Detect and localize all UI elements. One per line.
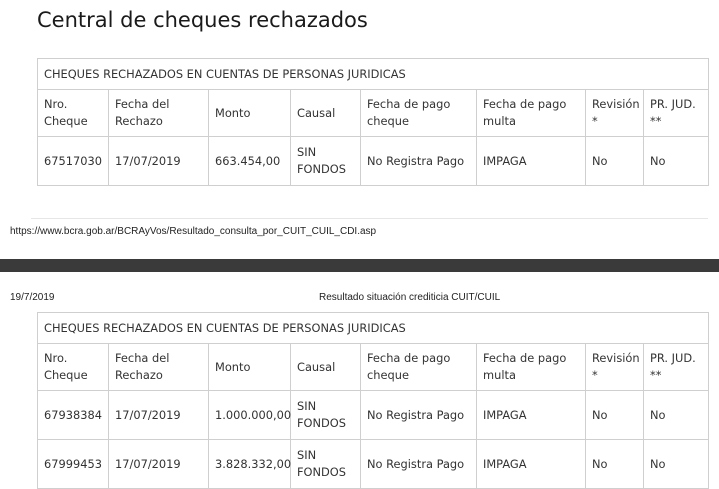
page-title: Central de cheques rechazados: [37, 8, 368, 32]
header-fecha-pago-cheque: Fecha de pago cheque: [360, 343, 477, 391]
rejected-checks-table: CHEQUES RECHAZADOS EN CUENTAS DE PERSONA…: [37, 58, 709, 186]
cell-pago-multa: IMPAGA: [476, 136, 586, 186]
cell-revision: No: [585, 390, 644, 440]
cell-pago-multa: IMPAGA: [476, 439, 586, 489]
cell-pago-cheque: No Registra Pago: [360, 390, 477, 440]
table-header-row: Nro. Cheque Fecha del Rechazo Monto Causal…: [37, 343, 709, 391]
cell-monto: 663.454,00: [208, 136, 291, 186]
header-fecha-rechazo: Fecha del Rechazo: [108, 89, 209, 137]
divider-line: [31, 218, 708, 219]
header-fecha-pago-cheque: Fecha de pago cheque: [360, 89, 477, 137]
cell-nro: 67938384: [37, 390, 109, 440]
header-pr-jud: PR. JUD. **: [643, 343, 709, 391]
cell-fecha: 17/07/2019: [108, 136, 209, 186]
cell-causal: SIN FONDOS: [290, 136, 361, 186]
cell-causal: SIN FONDOS: [290, 390, 361, 440]
page-header-title: Resultado situación crediticia CUIT/CUIL: [319, 292, 501, 303]
table-row: 67999453 17/07/2019 3.828.332,00 SIN FOND…: [37, 439, 709, 489]
header-monto: Monto: [208, 343, 291, 391]
table-row: 67517030 17/07/2019 663.454,00 SIN FONDOS…: [37, 136, 709, 186]
cell-revision: No: [585, 439, 644, 489]
cell-causal: SIN FONDOS: [290, 439, 361, 489]
header-causal: Causal: [290, 343, 361, 391]
header-revision: Revisión *: [585, 89, 644, 137]
header-monto: Monto: [208, 89, 291, 137]
page-break: [0, 259, 719, 272]
header-nro-cheque: Nro. Cheque: [37, 343, 109, 391]
table-caption: CHEQUES RECHAZADOS EN CUENTAS DE PERSONA…: [37, 312, 709, 344]
cell-pago-multa: IMPAGA: [476, 390, 586, 440]
table-row: 67938384 17/07/2019 1.000.000,00 SIN FOND…: [37, 390, 709, 440]
cell-monto: 1.000.000,00: [208, 390, 291, 440]
cell-revision: No: [585, 136, 644, 186]
table-caption: CHEQUES RECHAZADOS EN CUENTAS DE PERSONA…: [37, 58, 709, 90]
header-revision: Revisión *: [585, 343, 644, 391]
cell-nro: 67517030: [37, 136, 109, 186]
cell-nro: 67999453: [37, 439, 109, 489]
cell-pr-jud: No: [643, 136, 709, 186]
header-nro-cheque: Nro. Cheque: [37, 89, 109, 137]
header-pr-jud: PR. JUD. **: [643, 89, 709, 137]
cell-pr-jud: No: [643, 439, 709, 489]
page-date: 19/7/2019: [10, 292, 55, 303]
cell-pr-jud: No: [643, 390, 709, 440]
header-causal: Causal: [290, 89, 361, 137]
header-fecha-pago-multa: Fecha de pago multa: [476, 343, 586, 391]
header-fecha-rechazo: Fecha del Rechazo: [108, 343, 209, 391]
cell-fecha: 17/07/2019: [108, 439, 209, 489]
cell-monto: 3.828.332,00: [208, 439, 291, 489]
cell-fecha: 17/07/2019: [108, 390, 209, 440]
table-header-row: Nro. Cheque Fecha del Rechazo Monto Causal…: [37, 89, 709, 137]
header-fecha-pago-multa: Fecha de pago multa: [476, 89, 586, 137]
cell-pago-cheque: No Registra Pago: [360, 136, 477, 186]
rejected-checks-table: CHEQUES RECHAZADOS EN CUENTAS DE PERSONA…: [37, 312, 709, 489]
footer-url: https://www.bcra.gob.ar/BCRAyVos/Resulta…: [10, 226, 377, 237]
cell-pago-cheque: No Registra Pago: [360, 439, 477, 489]
